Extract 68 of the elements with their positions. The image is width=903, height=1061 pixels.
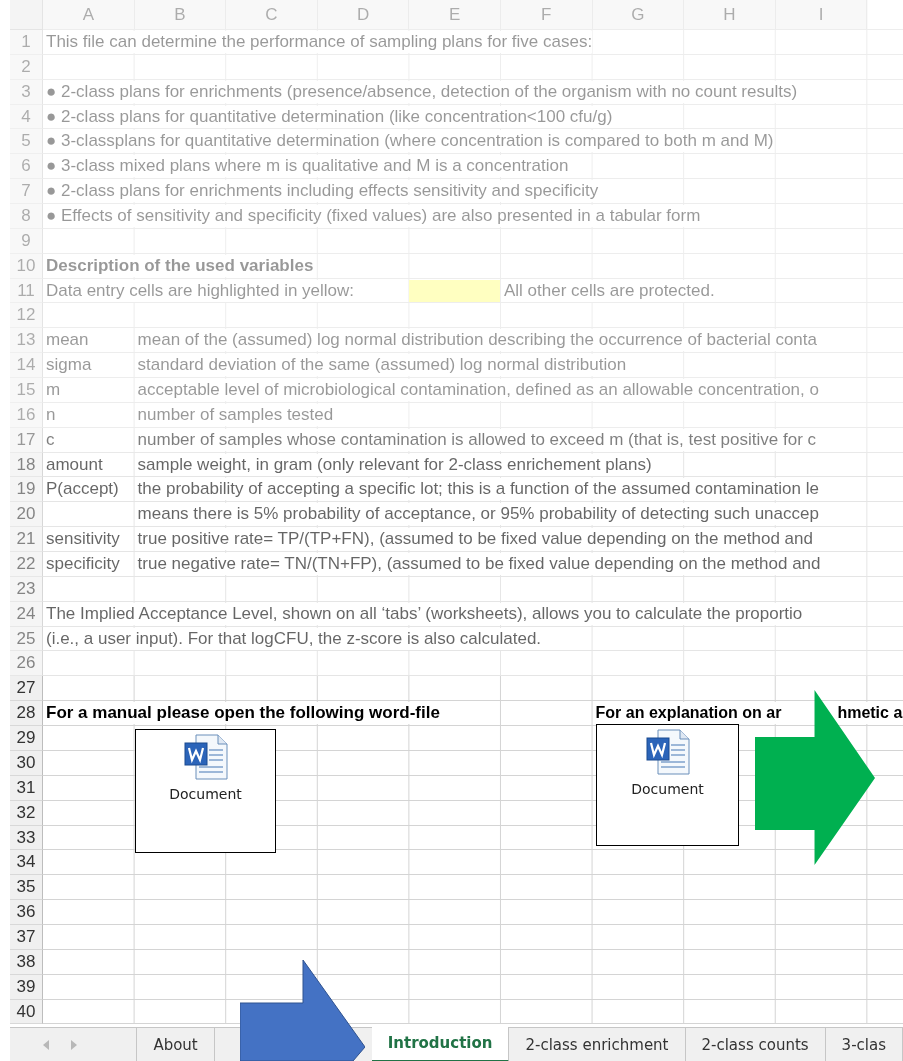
row-header[interactable]: 34 xyxy=(10,850,43,876)
row-header[interactable]: 13 xyxy=(10,328,43,354)
column-header[interactable]: H xyxy=(684,0,776,29)
row-header[interactable]: 3 xyxy=(10,79,43,105)
sheet-tab[interactable]: Introduction xyxy=(371,1027,510,1061)
variable-description: the probability of accepting a specific lot; this is a function of the assumed contamination le xyxy=(134,478,819,501)
row-header[interactable]: 6 xyxy=(10,154,43,180)
variable-description: true negative rate= TN/(TN+FP), (assumed to be fixed value depending on the method and xyxy=(134,552,821,575)
row-header[interactable]: 30 xyxy=(10,750,43,776)
document-label: Document xyxy=(169,786,242,802)
row-header[interactable]: 16 xyxy=(10,402,43,428)
row-header[interactable]: 23 xyxy=(10,576,43,602)
column-header[interactable]: I xyxy=(775,0,868,29)
row-header[interactable]: 28 xyxy=(10,701,43,727)
row-header[interactable]: 11 xyxy=(10,278,43,304)
row-header[interactable]: 20 xyxy=(10,502,43,528)
row-header[interactable]: 19 xyxy=(10,477,43,503)
select-all-corner[interactable] xyxy=(10,0,43,30)
sheet-tab[interactable]: 2-class counts xyxy=(685,1028,826,1061)
column-header[interactable]: C xyxy=(226,0,318,29)
row-header[interactable]: 37 xyxy=(10,924,43,950)
row-header[interactable]: 22 xyxy=(10,552,43,577)
row-header[interactable]: 15 xyxy=(10,378,43,403)
row-header[interactable]: 25 xyxy=(10,626,43,652)
row-header[interactable]: 18 xyxy=(10,452,43,478)
column-header[interactable]: G xyxy=(592,0,685,29)
row-header[interactable]: 40 xyxy=(10,999,43,1025)
column-header[interactable]: D xyxy=(317,0,410,29)
column-header[interactable]: B xyxy=(134,0,227,29)
scroll-right-icon[interactable] xyxy=(71,1040,77,1050)
row-header[interactable]: 5 xyxy=(10,129,43,155)
row-header[interactable]: 8 xyxy=(10,204,43,229)
row-header[interactable]: 4 xyxy=(10,104,43,130)
sheet-tab[interactable]: 2-class enrichment xyxy=(509,1028,686,1061)
row-header[interactable]: 1 xyxy=(10,30,43,55)
word-document-icon xyxy=(645,729,690,775)
scroll-left-icon[interactable] xyxy=(43,1040,49,1050)
row-header[interactable]: 38 xyxy=(10,949,43,975)
document-label: Document xyxy=(631,781,704,797)
row-header[interactable]: 32 xyxy=(10,800,43,826)
row-header[interactable]: 39 xyxy=(10,974,43,1000)
column-header[interactable]: E xyxy=(409,0,501,29)
row-header[interactable]: 2 xyxy=(10,54,43,80)
row-header[interactable]: 29 xyxy=(10,726,43,751)
row-header[interactable]: 33 xyxy=(10,825,43,851)
row-header[interactable]: 31 xyxy=(10,775,43,801)
row-header[interactable]: 36 xyxy=(10,900,43,925)
row-header[interactable]: 26 xyxy=(10,651,43,677)
row-header[interactable]: 24 xyxy=(10,601,43,627)
row-header[interactable]: 10 xyxy=(10,253,43,279)
row-header[interactable]: 9 xyxy=(10,228,43,254)
row-header[interactable]: 17 xyxy=(10,427,43,453)
row-header[interactable]: 21 xyxy=(10,527,43,553)
column-header[interactable]: A xyxy=(43,0,135,29)
sheet-tab[interactable]: About xyxy=(137,1028,215,1061)
sheet-tab[interactable]: 3-clas xyxy=(825,1028,903,1061)
embedded-document[interactable]: Document xyxy=(135,729,276,853)
row-header[interactable]: 27 xyxy=(10,676,43,702)
row-header[interactable]: 14 xyxy=(10,353,43,379)
embedded-document[interactable]: Document xyxy=(596,724,739,846)
row-header[interactable]: 35 xyxy=(10,875,43,901)
row-header[interactable]: 7 xyxy=(10,179,43,204)
cell-text: The Implied Acceptance Level, shown on all ‘tabs’ (worksheets), allows you to calculate the proportio xyxy=(43,602,803,625)
row-header[interactable]: 12 xyxy=(10,303,43,329)
word-document-icon xyxy=(183,734,228,780)
column-header[interactable]: F xyxy=(500,0,593,29)
variable-description: true positive rate= TP/(TP+FN), (assumed to be fixed value depending on the method and xyxy=(134,528,813,551)
cell-text: This file can determine the performance of sampling plans for five cases: xyxy=(43,30,593,53)
